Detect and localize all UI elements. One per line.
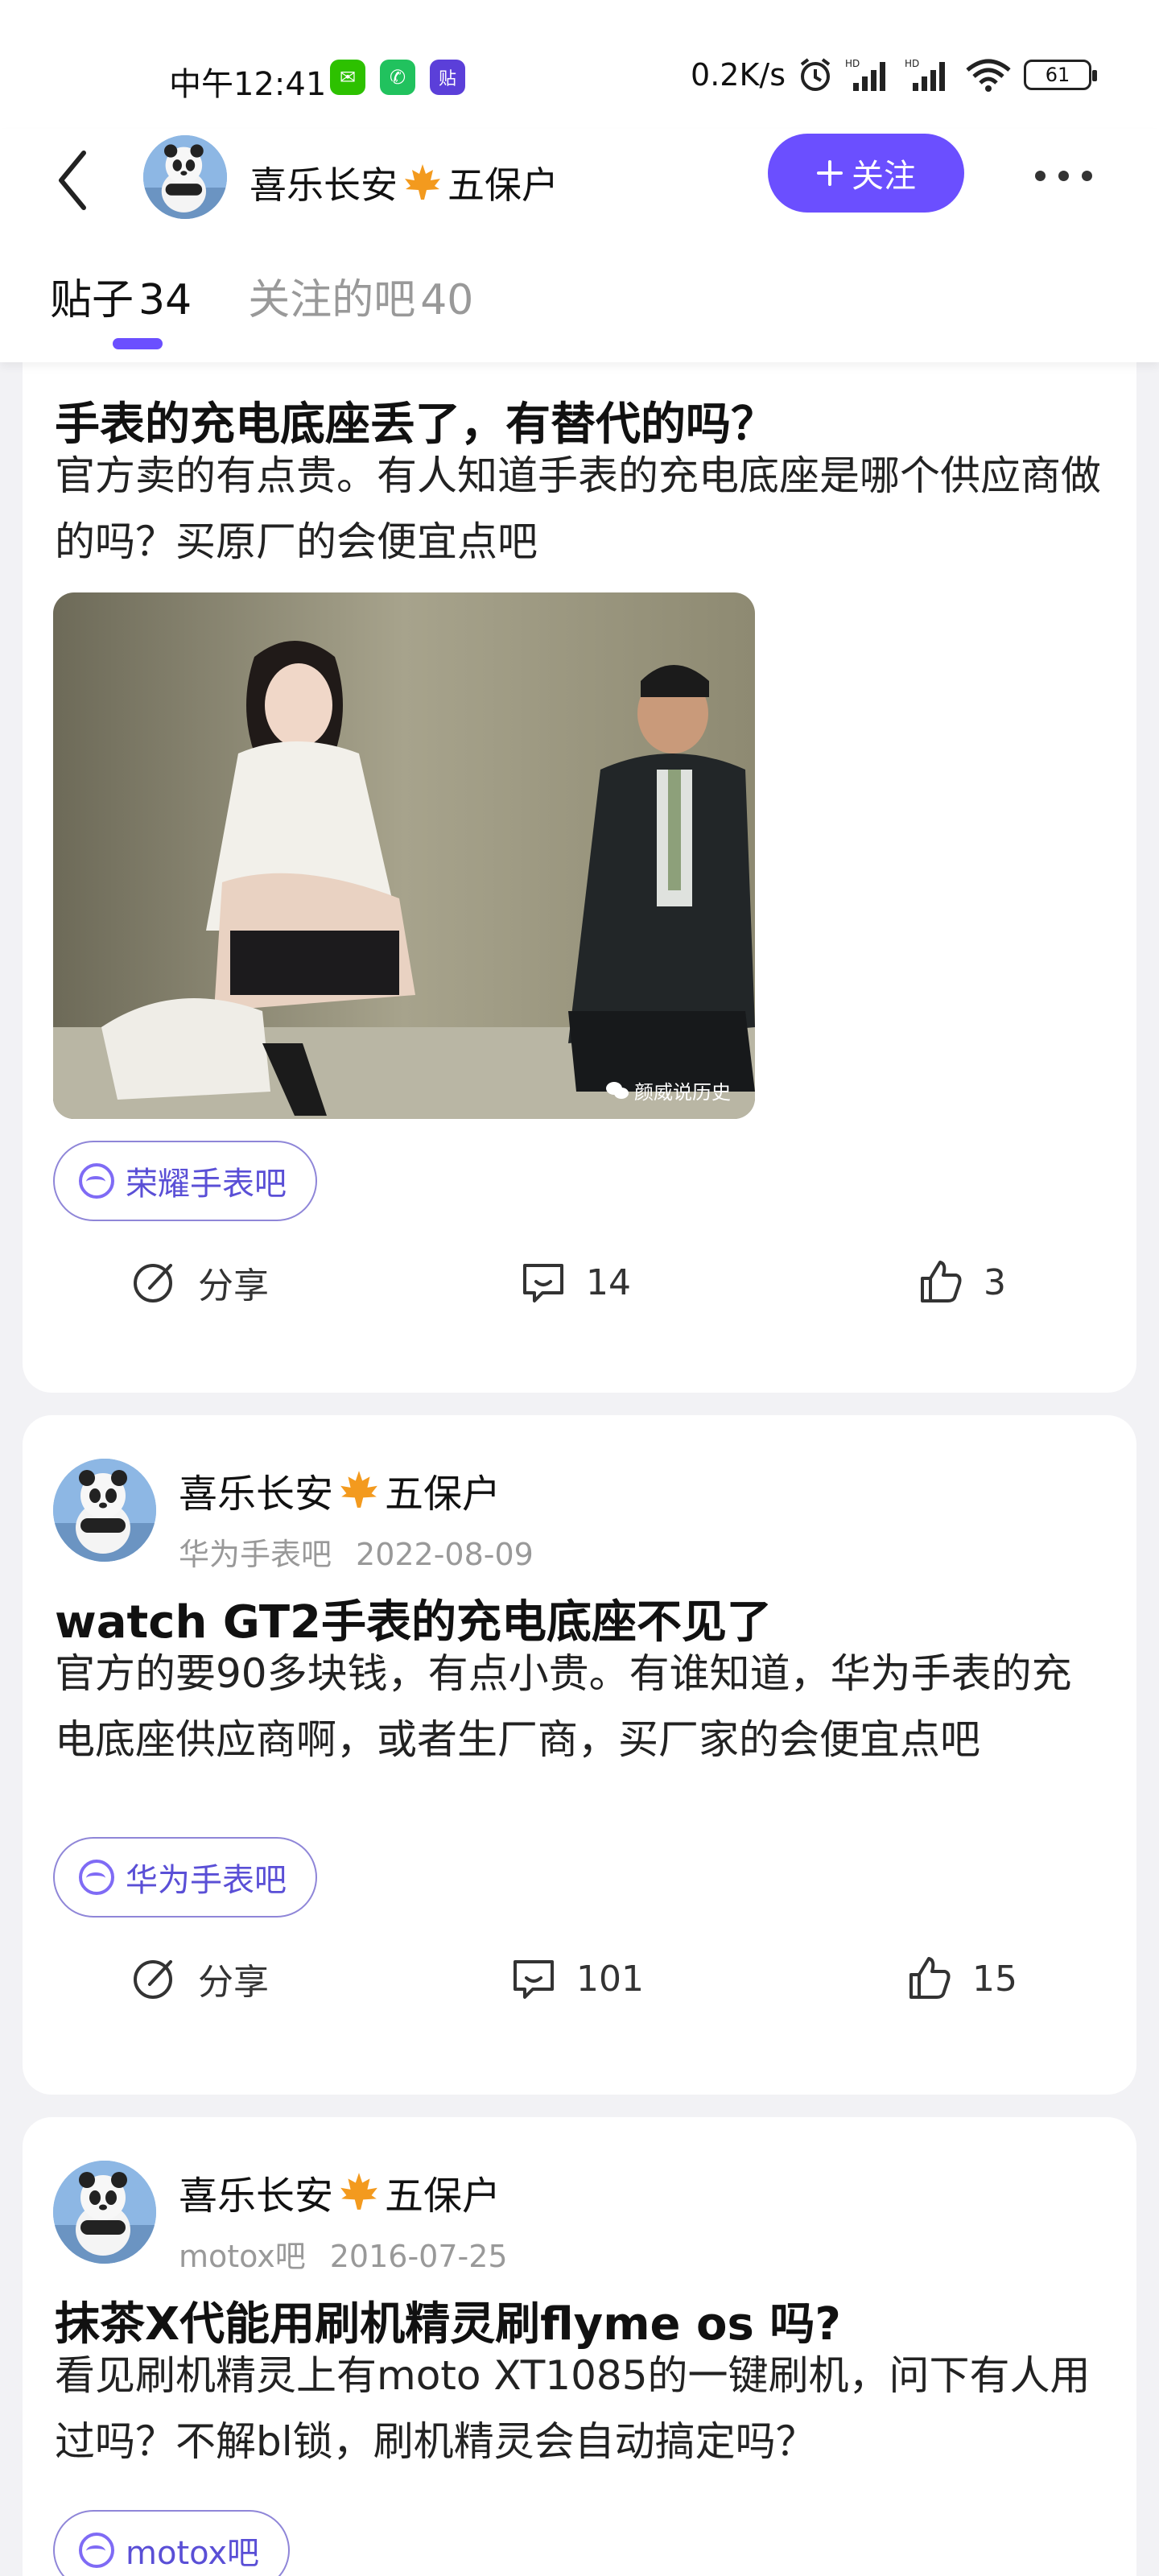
share-icon <box>134 1264 172 1302</box>
post-date: 2016-07-25 <box>329 2239 508 2274</box>
post-card[interactable]: 手表的充电底座丢了，有替代的吗？ 官方卖的有点贵。有人知道手表的充电底座是哪个供… <box>23 330 1136 1393</box>
author-name[interactable]: 喜乐长安 五保户 <box>179 1462 534 1518</box>
plus-icon <box>817 160 843 186</box>
post-image[interactable]: 颜威说历史 <box>53 592 755 1119</box>
thumbs-up-icon <box>921 1261 962 1302</box>
tab-followed-forums-label: 关注的吧 <box>248 276 416 324</box>
share-label: 分享 <box>198 1962 269 2003</box>
like-count: 3 <box>984 1261 1006 1303</box>
post-meta: motox吧 2016-07-25 <box>179 2231 508 2276</box>
post-author[interactable]: 喜乐长安 五保户 华为手表吧 2022-08-09 <box>53 1459 534 1574</box>
header-user-name[interactable]: 喜乐长安 五保户 <box>250 156 559 209</box>
tab-posts[interactable]: 贴子 34 <box>50 266 192 326</box>
forum-tag-label: 荣耀手表吧 <box>126 1166 287 1203</box>
post-forum-name[interactable]: motox吧 <box>179 2239 306 2274</box>
forum-tag[interactable]: 荣耀手表吧 <box>53 1141 317 1221</box>
post-card[interactable]: 喜乐长安 五保户 华为手表吧 2022-08-09 watch GT2手表的充电底… <box>23 1415 1136 2095</box>
wifi-icon <box>966 59 1011 92</box>
like-button[interactable]: 3 <box>916 1242 1006 1323</box>
wechat-watermark-icon <box>606 1081 629 1099</box>
profile-header: 喜乐长安 五保户 关注 贴子 34 关注的吧 40 <box>0 129 1159 362</box>
svg-text:HD: HD <box>905 58 919 69</box>
tieba-icon: 贴 <box>430 60 465 95</box>
user-suffix: 五保户 <box>448 163 559 207</box>
author-name-text: 喜乐长安 <box>179 1472 334 1517</box>
share-button[interactable]: 分享 <box>130 1242 269 1323</box>
user-name: 喜乐长安 <box>250 163 398 207</box>
post-date: 2022-08-09 <box>356 1537 534 1572</box>
tab-posts-count: 34 <box>138 276 192 324</box>
post-actions: 分享 101 15 <box>23 1938 1136 2019</box>
watermark-text: 颜威说历史 <box>634 1081 731 1104</box>
forum-tag[interactable]: motox吧 <box>53 2510 291 2576</box>
post-body[interactable]: 官方的要90多块钱，有点小贵。有谁知道，华为手表的充电底座供应商啊，或者生厂商，… <box>55 1641 1109 1773</box>
post-body[interactable]: 官方卖的有点贵。有人知道手表的充电底座是哪个供应商做的吗？买原厂的会便宜点吧 <box>55 443 1109 575</box>
forum-tag-icon <box>79 1860 114 1895</box>
follow-button[interactable]: 关注 <box>768 134 964 213</box>
signal-hd-icon-2: HD <box>905 58 945 91</box>
signal-hd-icon: HD <box>845 58 885 91</box>
tab-followed-forums[interactable]: 关注的吧 40 <box>248 266 473 326</box>
avatar[interactable] <box>53 2161 156 2264</box>
author-name-text: 喜乐长安 <box>179 2174 334 2219</box>
thumbs-up-icon <box>909 1957 951 1999</box>
forum-tag-label: 华为手表吧 <box>126 1862 287 1899</box>
alarm-icon <box>800 58 831 91</box>
share-icon <box>134 1960 172 1999</box>
maple-leaf-icon <box>405 164 440 200</box>
avatar[interactable] <box>53 1459 156 1562</box>
share-label: 分享 <box>198 1265 269 1307</box>
comment-icon <box>523 1264 563 1302</box>
post-body[interactable]: 看见刷机精灵上有moto XT1085的一键刷机，问下有人用过吗？不解bl锁，刷… <box>55 2343 1109 2475</box>
post-forum-name[interactable]: 华为手表吧 <box>179 1537 332 1572</box>
comment-count: 14 <box>586 1261 631 1303</box>
author-suffix: 五保户 <box>385 1472 501 1517</box>
forum-tag-label: motox吧 <box>126 2535 260 2572</box>
comment-count: 101 <box>576 1958 644 2000</box>
author-name[interactable]: 喜乐长安 五保户 <box>179 2164 508 2220</box>
forum-tag-icon <box>79 2533 114 2568</box>
wechat-icon: ✉ <box>330 60 365 95</box>
status-indicators: 0.2K/s HD HD 61 <box>691 56 1097 93</box>
maple-leaf-icon <box>340 1471 377 1508</box>
post-card[interactable]: 喜乐长安 五保户 motox吧 2016-07-25 抹茶X代能用刷机精灵刷fly… <box>23 2117 1136 2576</box>
share-button[interactable]: 分享 <box>130 1938 269 2019</box>
author-suffix: 五保户 <box>385 2174 501 2219</box>
tab-followed-forums-count: 40 <box>420 276 474 324</box>
maple-leaf-icon <box>340 2173 377 2210</box>
status-bar: 中午12:41 ✉ ✆ 贴 0.2K/s HD HD 61 <box>0 0 1159 129</box>
tab-posts-label: 贴子 <box>50 276 134 324</box>
back-arrow-icon[interactable] <box>53 148 93 213</box>
like-count: 15 <box>972 1958 1017 2000</box>
more-options-icon[interactable] <box>1027 159 1099 192</box>
comment-button[interactable]: 101 <box>509 1938 644 2019</box>
phone-icon: ✆ <box>380 60 415 95</box>
svg-text:HD: HD <box>845 58 860 69</box>
status-time: 中午12:41 <box>169 66 327 103</box>
status-app-icons: ✉ ✆ 贴 <box>330 60 465 95</box>
forum-tag-icon <box>79 1163 114 1199</box>
forum-tag[interactable]: 华为手表吧 <box>53 1837 317 1918</box>
follow-label: 关注 <box>852 158 916 195</box>
net-speed: 0.2K/s <box>691 57 786 93</box>
profile-tabs: 贴子 34 关注的吧 40 <box>50 266 473 326</box>
image-watermark: 颜威说历史 <box>605 1076 731 1104</box>
comment-icon <box>514 1960 554 1999</box>
post-meta: 华为手表吧 2022-08-09 <box>179 1530 534 1574</box>
avatar[interactable] <box>143 135 227 219</box>
like-button[interactable]: 15 <box>905 1938 1017 2019</box>
active-tab-indicator <box>113 338 163 349</box>
post-author[interactable]: 喜乐长安 五保户 motox吧 2016-07-25 <box>53 2161 508 2276</box>
post-actions: 分享 14 3 <box>23 1242 1136 1323</box>
battery-indicator: 61 <box>1024 60 1097 90</box>
comment-button[interactable]: 14 <box>518 1242 631 1323</box>
